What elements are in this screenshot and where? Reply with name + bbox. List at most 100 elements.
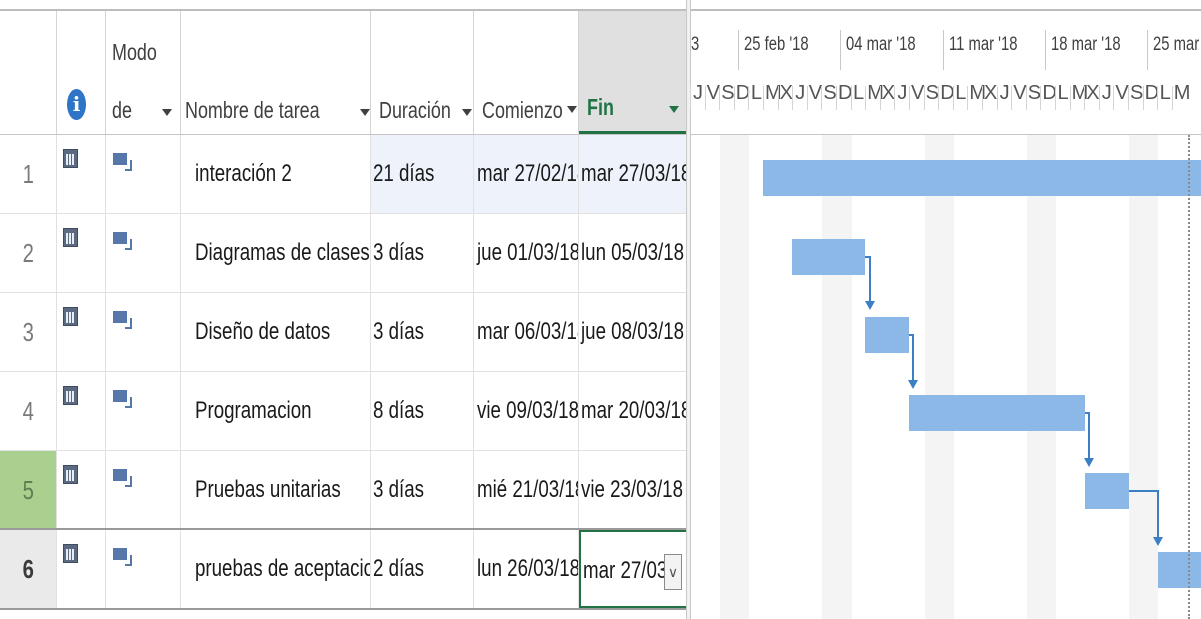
day-divider (909, 86, 910, 110)
col-header-start[interactable]: Comienzo (462, 11, 579, 134)
auto-scheduled-task-icon (113, 390, 132, 408)
start-cell[interactable]: vie 09/03/18 (474, 372, 579, 450)
weekend-shade (924, 135, 940, 619)
end-cell[interactable]: lun 05/03/18 (579, 214, 688, 292)
row-id[interactable]: 6 (0, 530, 57, 608)
task-sheet: i Modo de Nombre de tarea Duración Comie… (0, 0, 688, 619)
mode-cell[interactable] (106, 451, 181, 529)
day-label: D (838, 82, 853, 104)
start-cell[interactable]: lun 26/03/18 (474, 530, 579, 608)
end-cell-value[interactable]: mar 27/03/ (583, 532, 672, 606)
task-row[interactable]: 6 pruebas de aceptacion 2 días lun 26/03… (0, 530, 688, 610)
task-row[interactable]: 3 Diseño de datos 3 días mar 06/03/18 ju… (0, 293, 688, 372)
dependency-link[interactable] (912, 334, 914, 384)
auto-scheduled-task-icon (113, 469, 132, 487)
task-bar-2[interactable] (792, 239, 865, 275)
row-id[interactable]: 5 (0, 451, 57, 529)
dependency-link[interactable] (869, 256, 871, 306)
row-id[interactable]: 2 (0, 214, 57, 292)
start-cell[interactable]: mar 06/03/18 (474, 293, 579, 371)
day-divider (1055, 86, 1056, 110)
duration-cell[interactable]: 2 días (371, 530, 474, 608)
col-header-duration[interactable]: Duración (360, 11, 474, 134)
chevron-down-icon[interactable] (462, 109, 472, 116)
task-name-cell[interactable]: Pruebas unitarias (181, 451, 371, 529)
day-label: X (1086, 82, 1100, 104)
col-header-name[interactable]: Nombre de tarea (181, 11, 371, 134)
task-name-cell[interactable]: Diseño de datos (181, 293, 371, 371)
task-row[interactable]: 1 interación 2 21 días mar 27/02/18 mar … (0, 135, 688, 214)
col-header-indicators[interactable]: i (57, 11, 106, 134)
mode-cell[interactable] (106, 293, 181, 371)
day-divider (806, 86, 808, 110)
week-label: 25 mar (1153, 34, 1200, 55)
weekend-shade (1026, 135, 1042, 619)
col-header-end[interactable]: Fin (567, 11, 688, 134)
end-cell[interactable]: mar 27/03/18 (579, 135, 688, 213)
start-cell[interactable]: mié 21/03/18 (474, 451, 579, 529)
chevron-down-icon[interactable]: ∨ (664, 554, 682, 590)
weekend-shade (1129, 135, 1144, 619)
col-header-duration-label: Duración (379, 97, 451, 123)
col-header-mode[interactable]: Modo de (106, 11, 181, 134)
col-header-id[interactable] (0, 11, 57, 134)
dependency-link[interactable] (1088, 412, 1090, 462)
day-divider (850, 86, 852, 110)
task-bar-1[interactable] (763, 160, 1201, 196)
task-name-cell[interactable]: Diagramas de clases (181, 214, 371, 292)
day-label: X (779, 82, 793, 104)
duration-cell[interactable]: 3 días (371, 451, 474, 529)
duration-cell[interactable]: 3 días (371, 293, 474, 371)
chevron-down-icon[interactable] (669, 106, 679, 113)
day-divider (923, 86, 925, 110)
task-row[interactable]: 5 Pruebas unitarias 3 días mié 21/03/18 … (0, 451, 688, 530)
week-label: 25 feb '18 (744, 34, 809, 55)
task-name-cell[interactable]: Programacion (181, 372, 371, 450)
task-bar-4[interactable] (909, 395, 1085, 431)
mode-cell[interactable] (106, 530, 181, 608)
task-name-cell[interactable]: pruebas de aceptacion (181, 530, 371, 608)
calendar-grid-icon (63, 465, 78, 484)
duration-cell[interactable]: 8 días (371, 372, 474, 450)
chevron-down-icon[interactable] (360, 109, 370, 116)
calendar-grid-icon (63, 386, 78, 405)
row-id[interactable]: 3 (0, 293, 57, 371)
row-id[interactable]: 1 (0, 135, 57, 213)
end-cell[interactable]: mar 20/03/18 (579, 372, 688, 450)
end-cell-editing[interactable]: mar 27/03/ ∨ (579, 530, 688, 608)
link-arrowhead (1153, 537, 1163, 546)
mode-cell[interactable] (106, 214, 181, 292)
gantt-chart[interactable]: 3 25 feb '18 04 mar '18 11 mar '18 18 mar '1… (690, 0, 1201, 619)
end-cell[interactable]: jue 08/03/18 (579, 293, 688, 371)
chevron-down-icon[interactable] (567, 106, 577, 113)
chevron-down-icon[interactable] (162, 109, 172, 116)
duration-cell[interactable]: 21 días (371, 135, 474, 213)
task-bar-5[interactable] (1085, 473, 1129, 509)
duration-cell[interactable]: 3 días (371, 214, 474, 292)
day-divider (865, 86, 867, 110)
dependency-link[interactable] (1129, 490, 1158, 492)
start-cell[interactable]: jue 01/03/18 (474, 214, 579, 292)
mode-cell[interactable] (106, 135, 181, 213)
day-label: V (706, 82, 720, 104)
timescale-top-border (691, 9, 1201, 11)
day-divider (1098, 86, 1100, 110)
end-cell[interactable]: vie 23/03/18 (579, 451, 688, 529)
day-label: M (969, 82, 987, 104)
row-id[interactable]: 4 (0, 372, 57, 450)
indicator-cell (57, 451, 106, 529)
task-bar-3[interactable] (865, 317, 909, 353)
task-row[interactable]: 2 Diagramas de clases 3 días jue 01/03/1… (0, 214, 688, 293)
week-divider (840, 30, 841, 70)
task-row[interactable]: 4 Programacion 8 días vie 09/03/18 mar 2… (0, 372, 688, 451)
day-divider (1025, 86, 1027, 110)
indicator-cell (57, 214, 106, 292)
task-name-cell[interactable]: interación 2 (181, 135, 371, 213)
calendar-grid-icon (63, 149, 78, 168)
col-header-end-label: Fin (587, 94, 614, 120)
task-bar-6[interactable] (1158, 552, 1201, 588)
day-label: D (1042, 82, 1057, 104)
mode-cell[interactable] (106, 372, 181, 450)
start-cell[interactable]: mar 27/02/18 (474, 135, 579, 213)
dependency-link[interactable] (1157, 490, 1159, 540)
